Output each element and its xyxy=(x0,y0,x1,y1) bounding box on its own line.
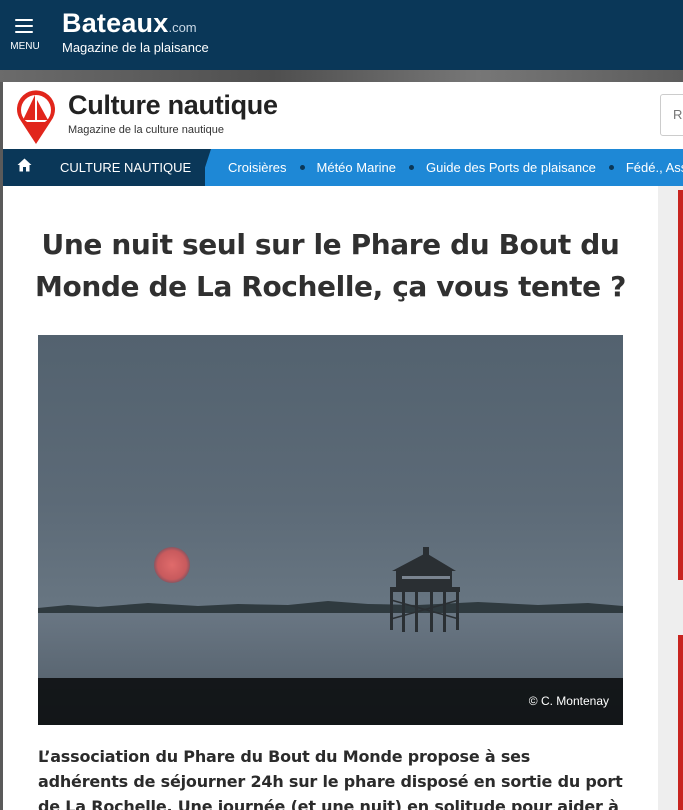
hamburger-icon xyxy=(15,19,33,37)
brand-name: Bateaux xyxy=(62,8,169,38)
site-header: Culture nautique Magazine de la culture … xyxy=(3,82,683,149)
search-input[interactable] xyxy=(661,95,683,133)
brand-logo[interactable]: Bateaux.com Magazine de la plaisance xyxy=(62,8,209,55)
nav-section-edge xyxy=(199,149,211,186)
nav-separator xyxy=(299,165,305,170)
article-content: Une nuit seul sur le Phare du Bout du Mo… xyxy=(3,186,658,810)
nav-separator xyxy=(409,165,414,170)
home-button[interactable] xyxy=(3,149,45,186)
nav-link-croisieres[interactable]: Croisières xyxy=(228,160,287,175)
brand-tld: .com xyxy=(168,20,197,35)
menu-label: MENU xyxy=(10,41,40,52)
home-icon xyxy=(17,158,32,177)
photo-credit: © C. Montenay xyxy=(528,694,609,708)
article-photo[interactable] xyxy=(38,335,623,725)
nav-link-meteo-marine[interactable]: Météo Marine xyxy=(317,160,396,175)
article-headline: Une nuit seul sur le Phare du Bout du Mo… xyxy=(35,228,626,303)
top-bar: MENU Bateaux.com Magazine de la plaisanc… xyxy=(0,0,683,70)
nav-current-section[interactable]: CULTURE NAUTIQUE xyxy=(45,149,205,186)
menu-button[interactable]: MENU xyxy=(8,16,42,56)
nav-links: Croisières Météo Marine Guide des Ports … xyxy=(228,149,683,186)
nav-link-federations[interactable]: Fédé., Ass xyxy=(626,160,683,175)
brand-tagline: Magazine de la plaisance xyxy=(62,40,209,55)
sailboat-logo-icon[interactable] xyxy=(15,89,57,150)
sidebar-ad-top[interactable] xyxy=(678,190,683,580)
sidebar-ad-bottom[interactable] xyxy=(678,635,683,810)
article-lead: L’association du Phare du Bout du Monde … xyxy=(38,747,623,810)
search-box[interactable] xyxy=(660,94,683,136)
photo-caption-bar: © C. Montenay xyxy=(38,678,623,725)
header-divider xyxy=(0,70,683,82)
site-subtitle: Magazine de la culture nautique xyxy=(68,124,224,136)
nav-link-guide-ports[interactable]: Guide des Ports de plaisance xyxy=(426,160,596,175)
site-title[interactable]: Culture nautique xyxy=(68,90,278,121)
main-nav: CULTURE NAUTIQUE Croisières Météo Marine… xyxy=(3,149,683,186)
nav-separator xyxy=(608,165,614,170)
